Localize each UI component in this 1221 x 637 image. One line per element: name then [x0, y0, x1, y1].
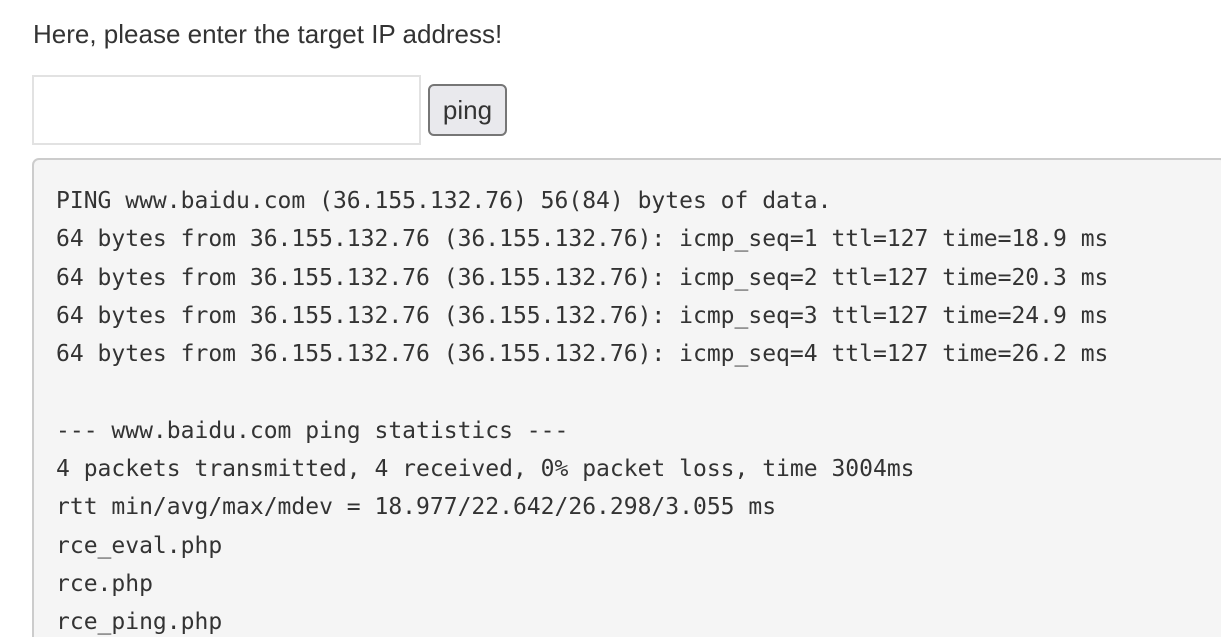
output-line: rce_ping.php: [56, 609, 223, 636]
ip-prompt-label: Here, please enter the target IP address…: [33, 19, 503, 49]
output-line: rce_eval.php: [56, 532, 223, 559]
output-line: --- www.baidu.com ping statistics ---: [56, 417, 569, 444]
output-line: 4 packets transmitted, 4 received, 0% pa…: [56, 456, 915, 483]
output-line: PING www.baidu.com (36.155.132.76) 56(84…: [56, 188, 832, 214]
ping-output-panel: PING www.baidu.com (36.155.132.76) 56(84…: [32, 158, 1221, 637]
output-line: 64 bytes from 36.155.132.76 (36.155.132.…: [56, 341, 1109, 368]
output-line: 64 bytes from 36.155.132.76 (36.155.132.…: [56, 264, 1109, 291]
output-line: rtt min/avg/max/mdev = 18.977/22.642/26.…: [56, 494, 777, 521]
ping-button[interactable]: ping: [428, 84, 507, 136]
ip-address-input[interactable]: [32, 75, 421, 145]
output-line: 64 bytes from 36.155.132.76 (36.155.132.…: [56, 302, 1109, 329]
output-line: 64 bytes from 36.155.132.76 (36.155.132.…: [56, 226, 1109, 253]
output-line: rce.php: [56, 570, 153, 597]
